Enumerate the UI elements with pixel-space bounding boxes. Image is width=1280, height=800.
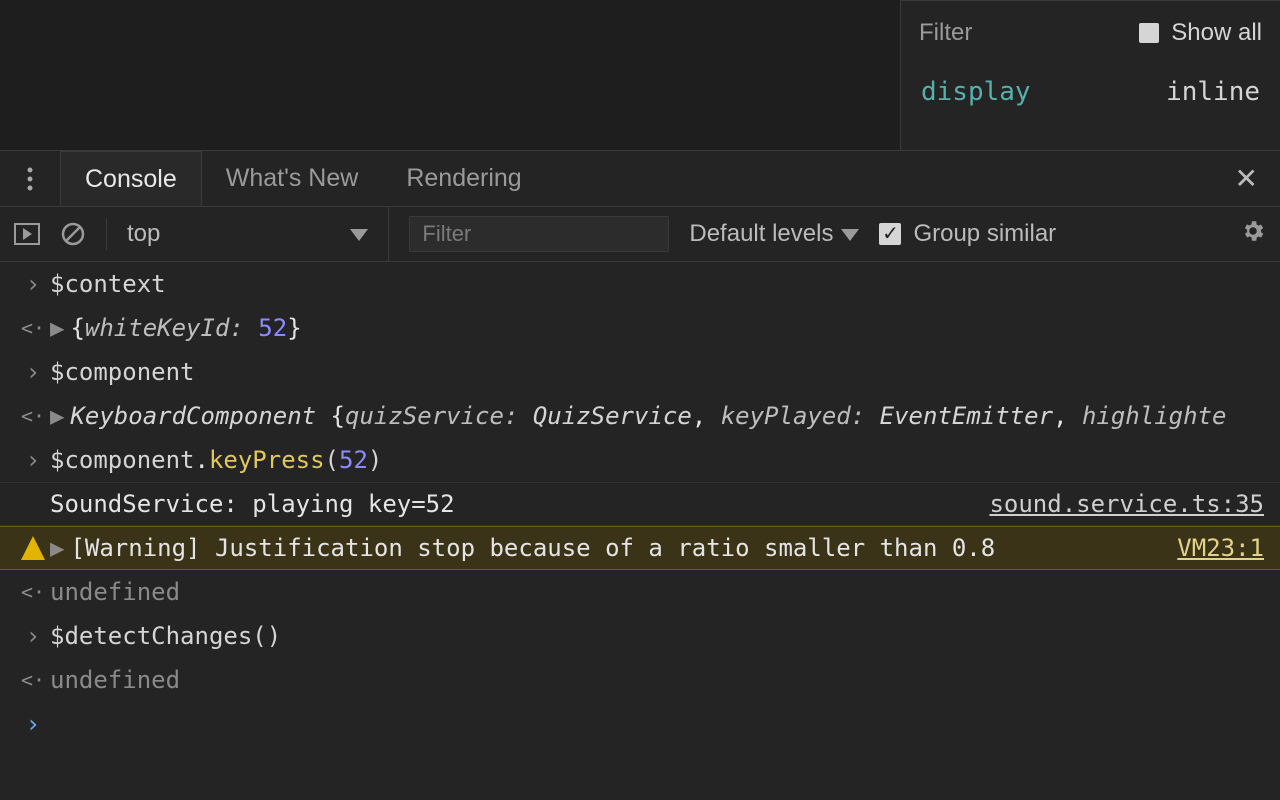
console-message: ▶KeyboardComponent {quizService: QuizSer… xyxy=(50,402,1264,430)
styles-pane: Filter Show all display inline xyxy=(900,0,1280,150)
result-marker-icon: <· xyxy=(16,316,50,340)
log-levels-dropdown[interactable]: Default levels xyxy=(689,220,859,248)
show-all-toggle[interactable]: Show all xyxy=(1139,19,1262,47)
style-prop-name[interactable]: display xyxy=(921,77,1031,107)
console-message: $component xyxy=(50,358,1264,386)
styles-filter-label[interactable]: Filter xyxy=(919,19,972,47)
input-marker-icon: › xyxy=(16,446,50,474)
toggle-sidebar-icon[interactable] xyxy=(14,223,40,245)
show-all-checkbox[interactable] xyxy=(1139,23,1159,43)
source-link[interactable]: sound.service.ts:35 xyxy=(989,490,1264,518)
group-similar-label: Group similar xyxy=(913,220,1056,248)
result-marker-icon: <· xyxy=(16,404,50,428)
tab-console[interactable]: Console xyxy=(60,151,202,206)
console-body[interactable]: ›$context<·▶{whiteKeyId: 52}›$component<… xyxy=(0,262,1280,746)
console-row[interactable]: ›$detectChanges() xyxy=(0,614,1280,658)
prompt-marker-icon: › xyxy=(16,710,50,738)
console-row[interactable]: › xyxy=(0,702,1280,746)
chevron-down-icon xyxy=(350,220,368,248)
chevron-down-icon xyxy=(841,220,859,248)
checkbox-checked-icon: ✓ xyxy=(879,223,901,245)
drawer-tab-bar: Console What's New Rendering ✕ xyxy=(0,150,1280,206)
console-message: $context xyxy=(50,270,1264,298)
console-row[interactable]: <·undefined xyxy=(0,658,1280,702)
disclosure-icon[interactable]: ▶ xyxy=(50,534,64,562)
console-message: $component.keyPress(52) xyxy=(50,446,1264,474)
console-toolbar: top Default levels ✓ Group similar xyxy=(0,206,1280,262)
input-marker-icon: › xyxy=(16,622,50,650)
context-select[interactable]: top xyxy=(127,207,389,261)
console-row[interactable]: ▶[Warning] Justification stop because of… xyxy=(0,526,1280,570)
console-message: undefined xyxy=(50,578,1264,606)
context-label: top xyxy=(127,220,160,248)
divider xyxy=(106,218,107,250)
console-row[interactable]: ›$context xyxy=(0,262,1280,306)
console-row[interactable]: <·▶{whiteKeyId: 52} xyxy=(0,306,1280,350)
close-icon[interactable]: ✕ xyxy=(1213,162,1280,195)
input-marker-icon: › xyxy=(16,358,50,386)
console-row[interactable]: <·▶KeyboardComponent {quizService: QuizS… xyxy=(0,394,1280,438)
result-marker-icon: <· xyxy=(16,580,50,604)
style-prop-value[interactable]: inline xyxy=(1166,77,1260,107)
console-message: ▶{whiteKeyId: 52} xyxy=(50,314,1264,342)
disclosure-icon[interactable]: ▶ xyxy=(50,402,64,430)
levels-label: Default levels xyxy=(689,220,833,248)
viewport-area xyxy=(0,0,900,150)
console-message: $detectChanges() xyxy=(50,622,1264,650)
group-similar-toggle[interactable]: ✓ Group similar xyxy=(879,220,1056,248)
tab-whats-new[interactable]: What's New xyxy=(202,151,383,206)
console-row[interactable]: SoundService: playing key=52 sound.servic… xyxy=(0,482,1280,526)
tab-rendering[interactable]: Rendering xyxy=(382,151,545,206)
source-link[interactable]: VM23:1 xyxy=(1177,534,1264,562)
result-marker-icon: <· xyxy=(16,668,50,692)
show-all-label: Show all xyxy=(1171,19,1262,47)
input-marker-icon: › xyxy=(16,270,50,298)
console-message: SoundService: playing key=52 xyxy=(50,490,975,518)
clear-console-icon[interactable] xyxy=(60,221,86,247)
kebab-menu-icon[interactable] xyxy=(0,167,60,191)
console-filter-input[interactable] xyxy=(409,216,669,252)
console-row[interactable]: ›$component xyxy=(0,350,1280,394)
console-row[interactable]: ›$component.keyPress(52) xyxy=(0,438,1280,482)
console-message: undefined xyxy=(50,666,1264,694)
console-message: ▶[Warning] Justification stop because of… xyxy=(50,534,1163,562)
warning-icon xyxy=(16,536,50,560)
disclosure-icon[interactable]: ▶ xyxy=(50,314,64,342)
gear-icon[interactable] xyxy=(1240,218,1266,251)
console-row[interactable]: <·undefined xyxy=(0,570,1280,614)
